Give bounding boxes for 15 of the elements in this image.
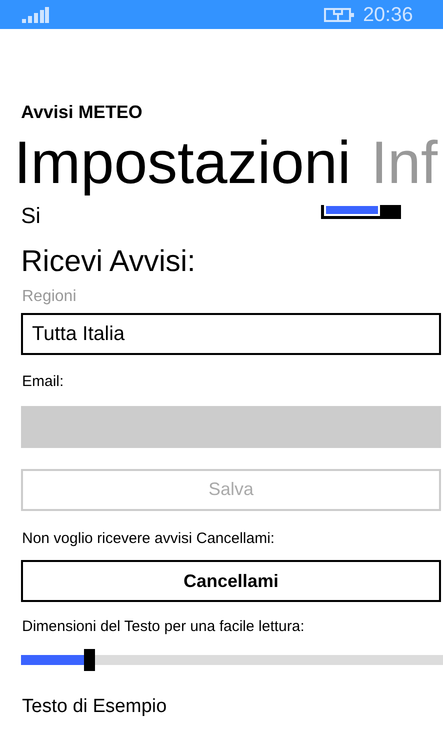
- field-label: Regioni: [22, 287, 78, 307]
- field-label: Email:: [22, 372, 65, 392]
- sample-text: Testo di Esempio: [22, 694, 168, 718]
- region-field[interactable]: Tutta Italia: [21, 313, 441, 355]
- pivot-tab[interactable]: Impostazioni: [14, 127, 351, 199]
- slider-thumb[interactable]: [84, 648, 95, 670]
- app-title: Avvisi METEO: [21, 101, 144, 123]
- section-title: Ricevi Avvisi:: [21, 245, 196, 279]
- clock: 20:36: [362, 2, 413, 28]
- unsubscribe-button[interactable]: Cancellami: [21, 560, 441, 602]
- slider-label: Dimensioni del Testo per una facile lettura:: [22, 617, 306, 637]
- unsubscribe-label: Non voglio ricevere avvisi Cancellami:: [22, 528, 276, 548]
- signal-icon: [22, 6, 49, 22]
- toggle-label: Si: [21, 205, 41, 227]
- battery-charging-icon: [324, 6, 354, 22]
